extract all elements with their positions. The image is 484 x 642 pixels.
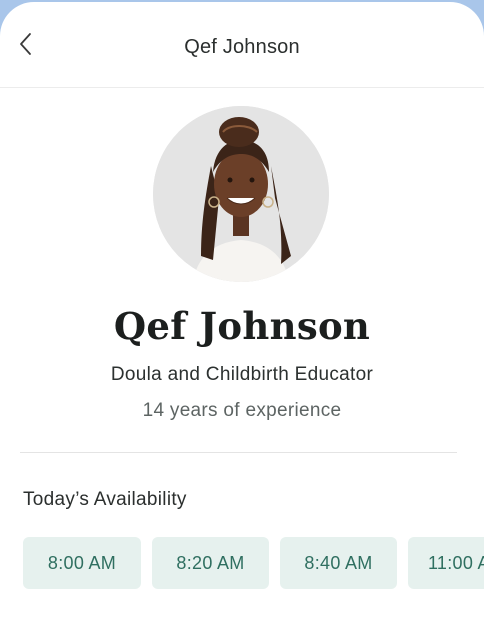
- time-slot[interactable]: 11:00 AM: [408, 537, 484, 589]
- time-slot-list: 8:00 AM 8:20 AM 8:40 AM 11:00 AM: [23, 537, 484, 589]
- nav-title: Qef Johnson: [184, 36, 300, 58]
- time-slot[interactable]: 8:00 AM: [23, 537, 141, 589]
- divider: [20, 452, 457, 453]
- avatar: [153, 106, 329, 282]
- time-slot[interactable]: 8:20 AM: [152, 537, 269, 589]
- nav-bar: Qef Johnson: [0, 2, 484, 88]
- profile-experience: 14 years of experience: [142, 400, 342, 421]
- availability-heading: Today’s Availability: [23, 489, 187, 510]
- profile-screen: Qef Johnson Qef Johnson Doula and Childb…: [0, 2, 484, 642]
- profile-role: Doula and Childbirth Educator: [110, 364, 374, 385]
- time-slot[interactable]: 8:40 AM: [280, 537, 397, 589]
- profile-name: Qef Johnson: [113, 304, 371, 348]
